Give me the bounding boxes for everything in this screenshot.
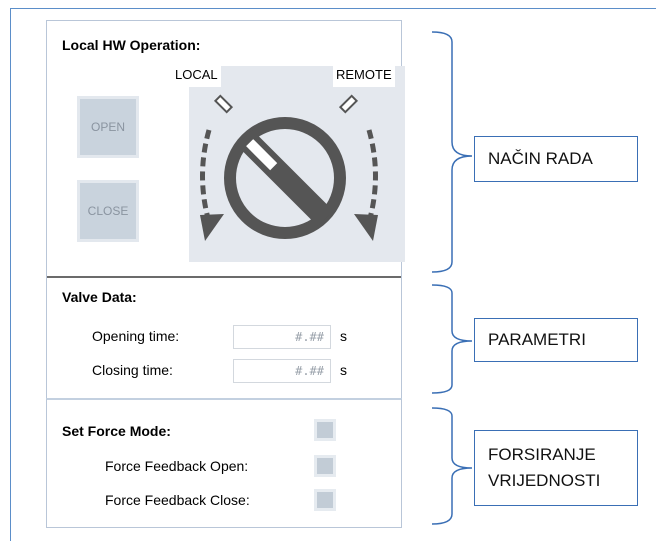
force-feedback-close-label: Force Feedback Close: bbox=[105, 492, 250, 508]
parametri-text: PARAMETRI bbox=[488, 330, 586, 349]
force-mode-title: Set Force Mode: bbox=[62, 423, 171, 439]
rotary-switch-icon bbox=[200, 94, 378, 241]
closing-time-label: Closing time: bbox=[92, 362, 173, 378]
opening-time-input[interactable]: #.## bbox=[233, 325, 331, 349]
forsiranje-callout: FORSIRANJE VRIJEDNOSTI bbox=[474, 430, 638, 506]
force-feedback-open-label: Force Feedback Open: bbox=[105, 458, 249, 474]
nacin-rada-text: NAČIN RADA bbox=[488, 149, 593, 168]
nacin-rada-callout: NAČIN RADA bbox=[474, 136, 638, 182]
open-button[interactable]: OPEN bbox=[77, 96, 139, 158]
forsiranje-brace bbox=[431, 407, 473, 525]
valve-data-title: Valve Data: bbox=[62, 289, 137, 305]
outer-frame-top bbox=[10, 8, 656, 9]
forsiranje-text-line1: FORSIRANJE bbox=[488, 445, 596, 464]
close-button[interactable]: CLOSE bbox=[77, 180, 139, 242]
force-feedback-open-checkbox[interactable] bbox=[314, 455, 336, 477]
closing-time-input[interactable]: #.## bbox=[233, 359, 331, 383]
section-divider bbox=[47, 276, 401, 278]
closing-time-unit: s bbox=[340, 362, 347, 378]
opening-time-unit: s bbox=[340, 328, 347, 344]
nacin-rada-brace bbox=[431, 31, 473, 273]
outer-frame-left bbox=[10, 8, 11, 541]
forsiranje-text-line2: VRIJEDNOSTI bbox=[488, 471, 601, 490]
parametri-callout: PARAMETRI bbox=[474, 318, 638, 362]
parametri-brace bbox=[431, 284, 473, 394]
force-feedback-close-checkbox[interactable] bbox=[314, 489, 336, 511]
opening-time-label: Opening time: bbox=[92, 328, 180, 344]
local-hw-title: Local HW Operation: bbox=[62, 37, 201, 53]
set-force-mode-checkbox[interactable] bbox=[314, 419, 336, 441]
